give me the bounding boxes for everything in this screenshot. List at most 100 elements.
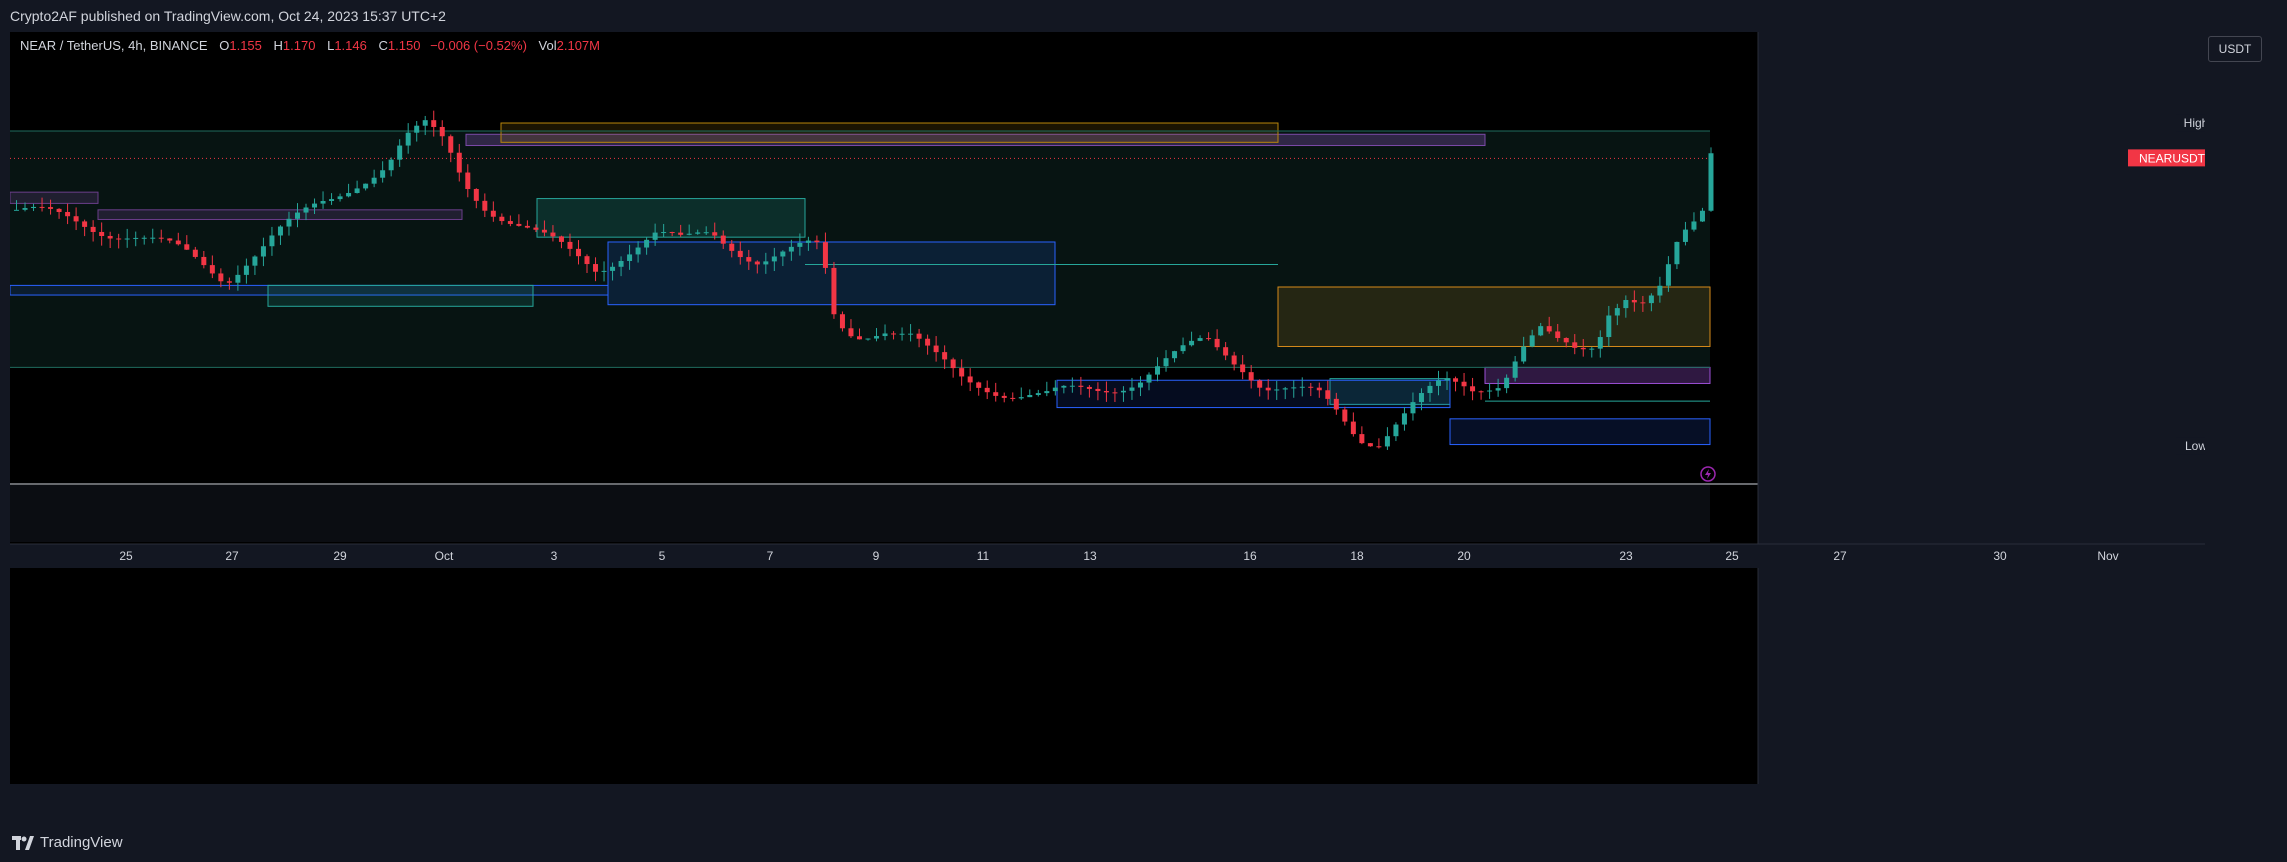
candle-body xyxy=(1521,346,1527,362)
candle-body xyxy=(976,382,982,388)
candle-body xyxy=(490,210,496,217)
candle-body xyxy=(805,240,811,243)
candle-body xyxy=(363,183,369,189)
candle-body xyxy=(1325,390,1331,399)
candle-body xyxy=(286,218,292,227)
close-value: 1.150 xyxy=(387,38,421,53)
candle-body xyxy=(1453,378,1459,382)
candle-body xyxy=(933,345,939,353)
candle-body xyxy=(516,223,522,226)
volume-value: 2.107M xyxy=(556,38,600,53)
candle-body xyxy=(1512,361,1518,378)
candle-body xyxy=(65,211,71,217)
candle-body xyxy=(1112,392,1118,394)
candle-body xyxy=(303,207,309,213)
x-tick-label: 25 xyxy=(119,549,133,563)
candle-body xyxy=(39,206,45,208)
candle-body xyxy=(822,242,828,268)
candle-body xyxy=(780,251,786,257)
candle-body xyxy=(856,336,862,340)
candle-body xyxy=(550,232,556,237)
tradingview-logo[interactable]: TradingView xyxy=(12,834,123,851)
candle-body xyxy=(1563,337,1569,343)
candle-body xyxy=(1682,229,1688,242)
zone-blue-low xyxy=(1056,379,1451,409)
candle-body xyxy=(1248,372,1254,381)
candle-body xyxy=(882,333,888,337)
candle-body xyxy=(1614,308,1620,316)
candle-body xyxy=(1640,302,1646,304)
publisher-bar: Crypto2AF published on TradingView.com, … xyxy=(0,0,2287,32)
candle-body xyxy=(1069,385,1075,387)
candle-body xyxy=(1274,389,1280,391)
candle-body xyxy=(167,238,173,241)
candle-body xyxy=(1359,434,1365,444)
candle-body xyxy=(422,120,428,126)
candle-body xyxy=(558,236,564,242)
candle-body xyxy=(1027,395,1033,398)
candle-body xyxy=(124,238,130,240)
candle-body xyxy=(1427,385,1433,394)
candle-body xyxy=(1214,338,1220,348)
x-tick-label: 7 xyxy=(767,549,774,563)
candle-body xyxy=(1597,337,1603,349)
candle-body xyxy=(1231,355,1237,365)
price-chart[interactable]: D(R)4h(R)4h(S)D(S)1.2001.1801.1601.1401.… xyxy=(10,32,2205,784)
candle-body xyxy=(1401,413,1407,425)
candle-body xyxy=(431,120,437,127)
candle-body xyxy=(848,328,854,337)
candle-body xyxy=(346,193,352,197)
candle-body xyxy=(1572,342,1578,348)
candle-body xyxy=(797,242,803,247)
candle-body xyxy=(90,226,96,232)
candle-body xyxy=(1444,378,1450,381)
candle-body xyxy=(610,266,616,271)
candle-body xyxy=(235,274,241,283)
candle-body xyxy=(678,232,684,235)
candle-body xyxy=(1163,358,1169,367)
candle-body xyxy=(984,387,990,393)
candle-body xyxy=(1061,385,1067,388)
candle-body xyxy=(1393,424,1399,437)
candle-body xyxy=(312,203,318,208)
candle-body xyxy=(1120,390,1126,393)
candle-body xyxy=(1240,364,1246,373)
candle-body xyxy=(260,246,266,257)
candle-body xyxy=(1265,387,1271,391)
open-value: 1.155 xyxy=(229,38,262,53)
candle-body xyxy=(320,201,326,204)
high-value: 1.170 xyxy=(282,38,316,53)
candle-body xyxy=(1350,421,1356,435)
candle-body xyxy=(524,225,530,228)
candle-body xyxy=(575,248,581,257)
candle-body xyxy=(201,256,207,266)
candle-body xyxy=(891,333,897,335)
x-tick-label: 30 xyxy=(1993,549,2007,563)
candle-body xyxy=(1180,345,1186,352)
candle-body xyxy=(1129,387,1135,391)
candle-body xyxy=(1095,388,1101,392)
chart-area[interactable]: D(R)4h(R)4h(S)D(S)1.2001.1801.1601.1401.… xyxy=(10,32,2205,784)
volume-pane xyxy=(10,485,1710,542)
currency-button[interactable]: USDT xyxy=(2208,36,2262,62)
candle-body xyxy=(771,256,777,262)
candle-body xyxy=(1257,380,1263,388)
candle-body xyxy=(746,257,752,262)
candle-body xyxy=(661,232,667,234)
candle-body xyxy=(269,235,275,247)
candle-body xyxy=(1018,397,1024,399)
candle-body xyxy=(1580,347,1586,350)
symbol-title[interactable]: NEAR / TetherUS, 4h, BINANCE xyxy=(20,38,208,53)
candle-body xyxy=(618,260,624,267)
candle-body xyxy=(1461,381,1467,387)
candle-body xyxy=(1052,387,1058,392)
candle-body xyxy=(218,273,224,282)
x-tick-label: 23 xyxy=(1619,549,1633,563)
candle-body xyxy=(150,237,156,239)
x-tick-label: 13 xyxy=(1083,549,1097,563)
candle-body xyxy=(1623,300,1629,309)
candle-body xyxy=(1189,340,1195,346)
candle-body xyxy=(865,338,871,340)
candle-body xyxy=(1708,153,1714,211)
candle-body xyxy=(1631,300,1637,303)
